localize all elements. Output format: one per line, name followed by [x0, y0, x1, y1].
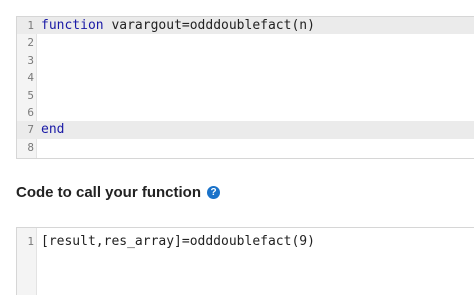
line-number: 8: [27, 140, 34, 154]
code-line[interactable]: 1 [result,res_array]=odddoublefact(9): [17, 233, 474, 250]
code-line[interactable]: 7 end: [17, 121, 474, 139]
code-content: varargout=odddoublefact(n): [103, 18, 315, 33]
code-text[interactable]: [result,res_array]=odddoublefact(9): [41, 233, 315, 250]
code-line[interactable]: 6: [17, 104, 474, 121]
code-text[interactable]: end: [41, 121, 64, 138]
keyword: function: [41, 18, 104, 33]
line-number: 1: [27, 19, 34, 32]
line-number: 5: [27, 88, 34, 102]
line-number: 3: [27, 53, 34, 67]
call-section-title: Code to call your function: [16, 184, 202, 201]
line-number: 7: [27, 123, 34, 137]
code-line[interactable]: 3: [17, 52, 474, 69]
code-line[interactable]: 5: [17, 87, 474, 104]
help-icon[interactable]: ?: [207, 186, 221, 199]
line-number: 2: [27, 36, 34, 50]
call-section-heading: Code to call your function ?: [16, 184, 221, 201]
code-text[interactable]: function varargout=odddoublefact(n): [41, 17, 315, 34]
code-line[interactable]: 2: [17, 34, 474, 51]
call-code-editor[interactable]: 1 [result,res_array]=odddoublefact(9): [16, 227, 474, 295]
code-line[interactable]: 4: [17, 69, 474, 86]
function-code-editor[interactable]: 1 function varargout=odddoublefact(n) 2 …: [16, 16, 474, 159]
line-number: 4: [27, 71, 34, 85]
keyword: end: [41, 122, 65, 138]
code-line[interactable]: 1 function varargout=odddoublefact(n): [17, 17, 474, 35]
line-number: 6: [27, 105, 34, 119]
line-number: 1: [27, 235, 34, 248]
code-line[interactable]: 8: [17, 139, 474, 156]
